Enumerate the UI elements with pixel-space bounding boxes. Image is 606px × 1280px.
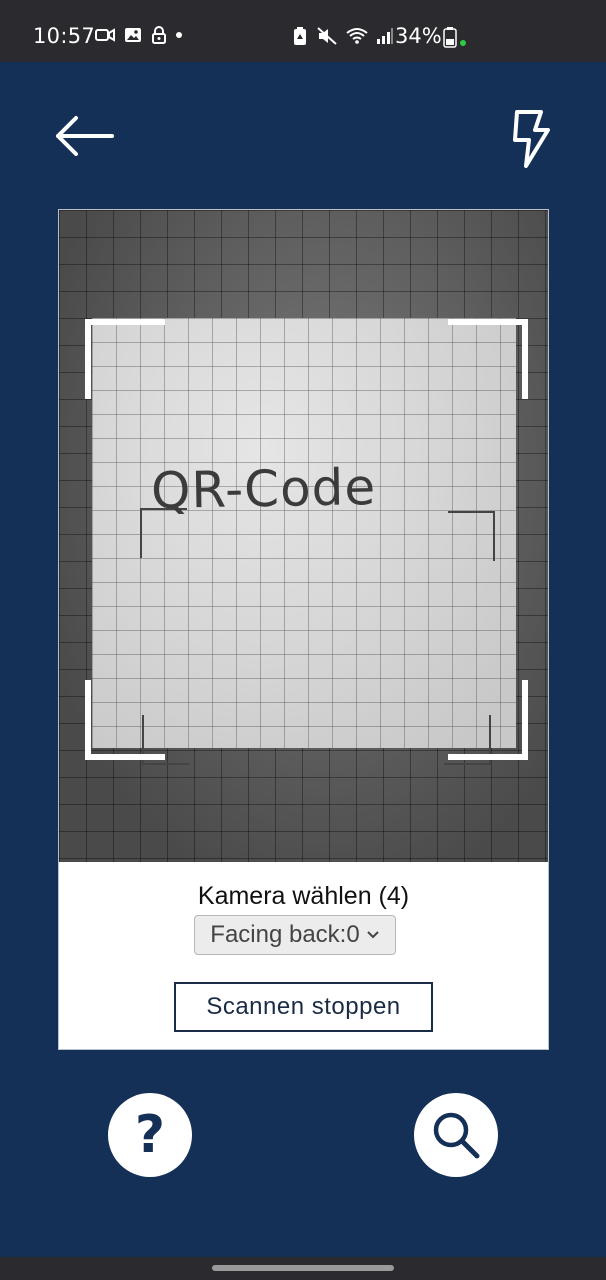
video-icon xyxy=(95,28,115,42)
search-button[interactable] xyxy=(414,1093,498,1177)
battery-percent: 34% xyxy=(395,24,442,48)
mute-icon xyxy=(317,27,337,45)
status-time: 10:57 xyxy=(33,24,96,48)
search-icon xyxy=(433,1112,480,1159)
flash-icon xyxy=(513,110,550,168)
charging-dot xyxy=(460,40,466,46)
status-bar: 10:57 34% xyxy=(0,0,606,62)
camera-select[interactable]: Facing back:0 xyxy=(194,915,396,955)
top-bar xyxy=(0,62,606,202)
chevron-down-icon xyxy=(366,931,379,939)
navigation-bar xyxy=(0,1257,606,1280)
camera-handwritten-text: QR-Code xyxy=(150,458,377,520)
signal-icon xyxy=(377,28,393,44)
help-button[interactable]: ? xyxy=(108,1093,192,1177)
wifi-icon xyxy=(346,28,368,44)
scan-frame-corner-br xyxy=(448,680,528,760)
arrow-left-icon xyxy=(56,116,114,156)
scan-frame-corner-tl xyxy=(85,319,165,399)
scan-frame-corner-tr xyxy=(448,319,528,399)
camera-select-label: Kamera wählen (4) xyxy=(197,882,410,910)
scanner-card: QR-Code Kamera wählen (4) Facing back:0 … xyxy=(58,209,549,1050)
stop-scanning-button[interactable]: Scannen stoppen xyxy=(174,982,433,1032)
battery-saver-icon xyxy=(294,27,306,45)
image-icon xyxy=(125,28,141,42)
lock-icon xyxy=(152,26,166,44)
help-icon: ? xyxy=(134,1105,166,1165)
battery-icon xyxy=(443,27,457,48)
scan-frame-corner-bl xyxy=(85,680,165,760)
camera-preview: QR-Code xyxy=(59,210,548,862)
notification-dot xyxy=(176,32,182,38)
camera-select-value: Facing back:0 xyxy=(210,921,360,948)
scanner-controls: Kamera wählen (4) Facing back:0 Scannen … xyxy=(59,862,548,1049)
flash-toggle-button[interactable] xyxy=(508,108,554,170)
home-gesture-handle[interactable] xyxy=(212,1265,394,1271)
back-button[interactable] xyxy=(54,114,116,158)
